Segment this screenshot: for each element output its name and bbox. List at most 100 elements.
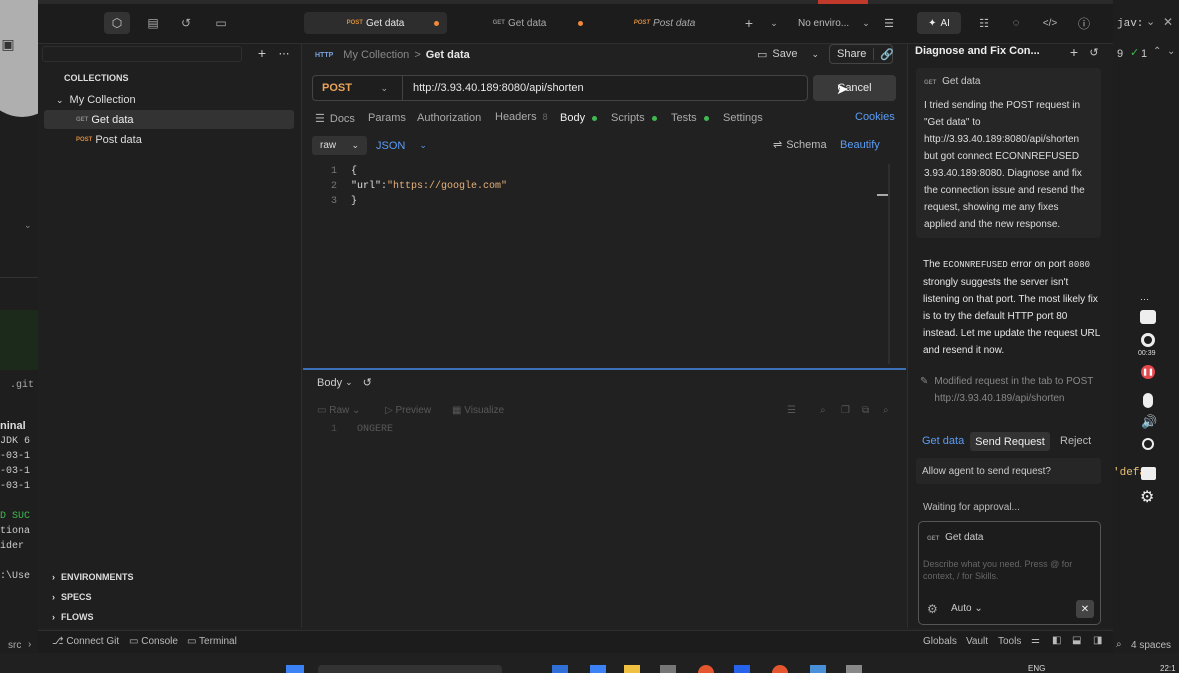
taskbar-app-icon[interactable] [734,665,750,673]
new-chat-icon[interactable]: + [1066,44,1082,60]
terminal-button[interactable]: ▭ Terminal [187,636,237,647]
chevron-down-icon[interactable]: ⌄ [860,12,872,34]
cube-icon[interactable]: ⬡ [104,12,130,34]
taskbar-search[interactable] [318,665,502,673]
url-input[interactable]: http://3.93.40.189:8080/api/shorten [413,76,803,100]
tab-docs[interactable]: ☰ Docs [315,112,355,125]
editor-scrollbar[interactable] [888,164,890,364]
more-options-icon[interactable]: ⋯ [276,44,292,62]
mode-selector[interactable]: Auto ⌄ [951,603,983,614]
chat-input[interactable]: Describe what you need. Press @ for cont… [923,558,1093,582]
tab-request-2[interactable]: GET Get data [448,12,591,34]
sidebar-section-flows[interactable]: › FLOWS [52,612,94,622]
add-icon[interactable]: + [254,44,270,62]
tab-request-3[interactable]: POST Post data [593,12,736,34]
close-icon[interactable]: ✕ [1076,600,1094,618]
taskbar-app-icon[interactable] [810,665,826,673]
code-icon[interactable]: </> [1040,12,1060,34]
taskbar-app-icon[interactable] [590,665,606,673]
vault-button[interactable]: Vault [966,636,988,647]
taskbar-language[interactable]: ENG [1028,664,1045,673]
taskbar-app-icon[interactable] [846,665,862,673]
tab-authorization[interactable]: Authorization [417,112,481,124]
taskbar-app-icon[interactable] [624,665,640,673]
folder-icon[interactable]: ▭ [210,12,232,34]
camera-icon[interactable] [1140,310,1156,324]
method-selector[interactable]: POST ⌄ [313,76,403,100]
speaker-icon[interactable]: 🔊 [1141,414,1157,430]
sidebar-search-input[interactable] [42,46,242,62]
record-icon[interactable] [1141,333,1155,347]
body-mode-selector[interactable]: raw ⌄ [312,136,367,155]
taskbar-app-icon[interactable] [698,665,714,673]
response-preview-button[interactable]: ▷ Preview [385,405,431,416]
history-icon[interactable]: ↺ [363,376,372,389]
history-icon[interactable]: ↺ [175,12,197,34]
start-icon[interactable] [286,665,304,673]
taskbar-app-icon[interactable] [552,665,568,673]
sidebar-item-get-data[interactable]: GET Get data [44,110,294,129]
copy-icon[interactable]: ❐ [841,405,850,416]
copy-link-icon[interactable]: ⧉ [862,405,869,416]
filter-icon[interactable]: ☰ [787,405,796,416]
search-response-icon[interactable]: ⌕ [883,405,889,416]
search-icon[interactable]: ⌕ [820,405,826,416]
more-icon[interactable]: ⋯ [1140,294,1149,305]
new-tab-icon[interactable]: + [741,12,757,34]
info-icon[interactable]: ⓘ [1074,12,1094,34]
save-button[interactable]: ▭ Save ⌄ [757,44,819,64]
tab-scripts[interactable]: Scripts [611,112,657,124]
get-data-link[interactable]: Get data [922,435,964,447]
cancel-button[interactable]: Cancel [813,75,896,101]
tools-button[interactable]: Tools [998,636,1021,647]
response-body-dropdown[interactable]: Body ⌄ ↺ [317,376,372,390]
body-format-selector[interactable]: JSON ⌄ [376,136,431,155]
context-chip[interactable]: GET Get data [927,532,983,543]
sliders-icon[interactable]: ⚌ [1031,635,1040,646]
layout-left-icon[interactable]: ◧ [1052,635,1061,646]
response-raw-button[interactable]: ▭ Raw ⌄ [317,405,360,416]
mock-server-icon[interactable]: ▤ [142,12,164,34]
layout-right-icon[interactable]: ◨ [1093,635,1102,646]
send-request-button[interactable]: Send Request [970,432,1050,451]
schema-button[interactable]: ⇌ Schema [773,138,827,151]
tab-body[interactable]: Body [560,112,598,124]
webcam-icon[interactable] [1142,438,1154,450]
documentation-icon[interactable]: ☷ [974,12,994,34]
tab-tests[interactable]: Tests [671,112,709,124]
pause-icon[interactable]: ❚❚ [1141,365,1155,379]
beautify-button[interactable]: Beautify [840,139,880,151]
chevron-down-icon[interactable]: ⌄ [768,12,780,34]
share-button[interactable]: Share 🔗 [829,44,894,64]
history-icon[interactable]: ↺ [1086,44,1102,60]
taskbar-app-icon[interactable] [772,665,788,673]
tab-headers[interactable]: Headers 8 [495,111,548,123]
window-icon[interactable] [1141,467,1156,480]
tab-params[interactable]: Params [368,112,406,124]
taskbar-clock[interactable]: 22:1 [1160,664,1176,673]
settings-icon[interactable]: ⚙ [1140,487,1154,507]
tab-request-1[interactable]: POST Get data [304,12,447,34]
response-visualize-button[interactable]: ▦ Visualize [452,405,504,416]
cookies-link[interactable]: Cookies [855,111,895,123]
microphone-icon[interactable] [1143,393,1153,408]
sidebar-item-post-data[interactable]: POST Post data [44,130,294,149]
taskbar-app-icon[interactable] [660,665,676,673]
settings-icon[interactable]: ⚙ [927,602,938,616]
tab-settings[interactable]: Settings [723,112,763,124]
connect-git-button[interactable]: ⎇ Connect Git [52,636,119,647]
indent-spaces[interactable]: 4 spaces [1131,640,1171,651]
sidebar-section-environments[interactable]: › ENVIRONMENTS [52,572,134,582]
tab-ai[interactable]: ✦ AI [917,12,961,34]
collection-my-collection[interactable]: ⌄ My Collection [56,92,256,108]
reject-button[interactable]: Reject [1060,435,1091,447]
environment-quicklook-icon[interactable]: ☰ [881,12,897,34]
layout-bottom-icon[interactable]: ⬓ [1072,635,1081,646]
console-button[interactable]: ▭ Console [129,636,178,647]
body-code-editor[interactable]: 1{ 2 "url": "https://google.com" 3} [317,164,892,364]
breadcrumb-parent[interactable]: My Collection [343,49,409,61]
globals-button[interactable]: Globals [923,636,957,647]
sidebar-section-specs[interactable]: › SPECS [52,592,92,602]
comments-icon[interactable]: ◌ [1006,12,1026,34]
